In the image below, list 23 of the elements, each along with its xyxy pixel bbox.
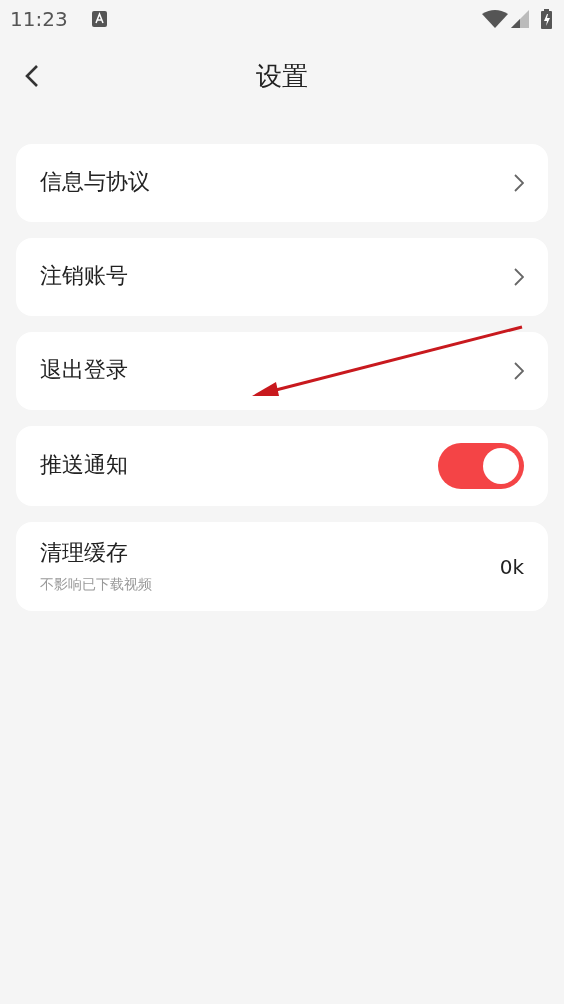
status-time: 11:23 (10, 7, 68, 31)
chevron-right-icon (514, 174, 524, 192)
keyboard-notification-icon (91, 11, 107, 27)
settings-item[interactable]: 注销账号 (16, 238, 548, 316)
item-subtitle: 不影响已下载视频 (40, 575, 153, 594)
item-label: 推送通知 (40, 451, 129, 479)
settings-item[interactable]: 清理缓存 不影响已下载视频 0k (16, 522, 548, 611)
item-label: 清理缓存 (40, 538, 129, 567)
item-label: 注销账号 (40, 262, 129, 290)
toggle-switch[interactable] (438, 443, 524, 489)
cell-signal-icon (511, 10, 529, 28)
chevron-right-icon (514, 362, 524, 380)
settings-item[interactable]: 信息与协议 (16, 144, 548, 222)
chevron-right-icon (514, 268, 524, 286)
settings-item[interactable]: 推送通知 (16, 426, 548, 506)
battery-charging-icon (541, 9, 552, 29)
page-title: 设置 (256, 59, 308, 93)
item-label: 退出登录 (40, 356, 129, 384)
cache-size: 0k (499, 554, 524, 579)
settings-item[interactable]: 退出登录 (16, 332, 548, 410)
wifi-icon (482, 10, 508, 28)
item-label: 信息与协议 (40, 168, 151, 196)
back-icon (25, 64, 39, 88)
